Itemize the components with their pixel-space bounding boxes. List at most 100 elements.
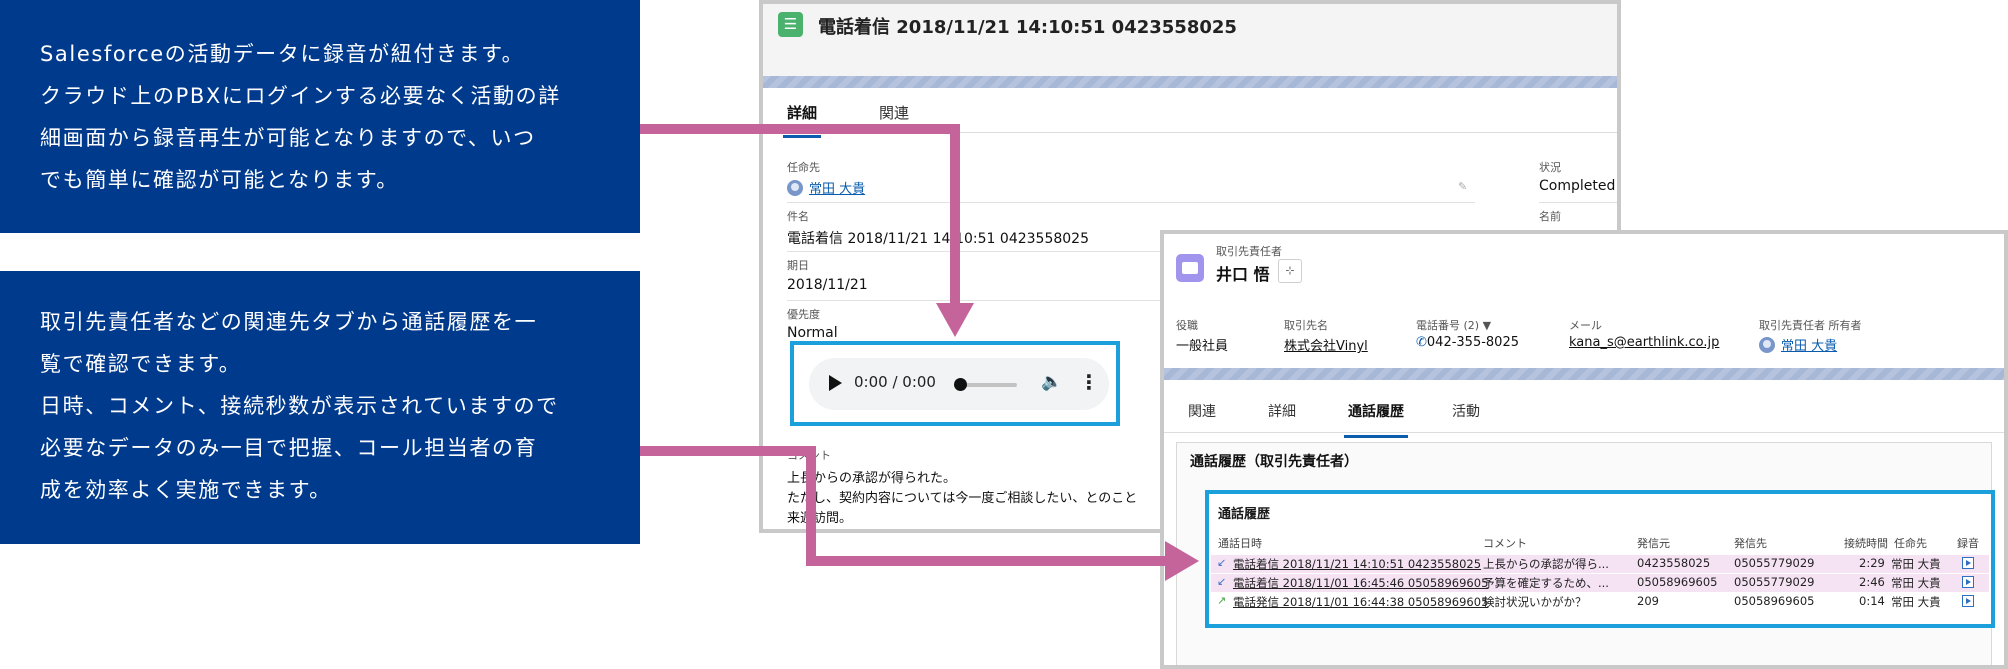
name-label: 名前 [1539,210,1561,223]
call-comment: 検討状況いかがか？ [1483,595,1587,609]
task-icon: ☰ [778,12,803,37]
avatar-icon [787,180,803,196]
call-subject-link[interactable]: 電話着信 2018/11/01 16:45:46 05058969605 [1233,575,1488,591]
arrow-line [640,446,814,456]
audio-time: 0:00 / 0:00 [854,373,936,391]
explanation-line: 日時、コメント、接続秒数が表示されていますので [40,394,559,418]
title-label: 役職 [1176,319,1198,332]
play-icon[interactable] [829,375,842,391]
status-value: Completed [1539,178,1616,194]
call-comment: 予算を確定するため、... [1483,576,1609,590]
field-divider [1539,202,1617,203]
play-recording-icon[interactable] [1962,557,1974,569]
play-recording-icon[interactable] [1962,595,1974,607]
table-row: ↙ 電話着信 2018/11/01 16:45:46 05058969605 予… [1211,574,1989,592]
account-label: 取引先名 [1284,319,1328,332]
subject-value: 電話着信 2018/11/21 14:10:51 0423558025 [787,231,1089,247]
avatar-icon [1759,337,1775,353]
call-comment: 上長からの承認が得ら... [1483,557,1609,571]
phone-value[interactable]: ✆042-355-8025 [1416,335,1519,350]
arrow-line [640,124,959,134]
call-assignee: 常田 大貴 [1891,595,1941,609]
audio-player[interactable]: 0:00 / 0:00 🔈 ⋮ [809,358,1109,410]
call-subject-link[interactable]: 電話発信 2018/11/01 16:44:38 05058969605 [1233,594,1488,610]
call-from: 0423558025 [1637,556,1711,570]
card-title: 通話履歴（取引先責任者） [1190,454,1358,470]
explanation-line: 細画面から録音再生が可能となりますので、いつ [40,126,536,150]
explanation-box-call-history: 取引先責任者などの関連先タブから通話履歴を一 覧で確認できます。 日時、コメント… [0,271,640,544]
phone-icon: ✆ [1416,335,1427,350]
priority-label: 優先度 [787,308,820,321]
email-link[interactable]: kana_s@earthlink.co.jp [1569,335,1719,350]
tab-related[interactable]: 関連 [1188,401,1216,421]
col-recording: 録音 [1957,537,1979,550]
explanation-line: Salesforceの活動データに録音が紐付きます。 [40,42,525,66]
comment-line: 来週訪問。 [787,511,853,526]
col-duration: 接続時間 [1844,537,1888,550]
call-from: 209 [1637,594,1659,608]
call-assignee: 常田 大貴 [1891,557,1941,571]
call-to: 05058969605 [1734,594,1815,608]
contact-tabs: 関連 詳細 通話履歴 活動 [1164,384,2004,438]
tab-activity[interactable]: 活動 [1452,401,1480,421]
explanation-line: でも簡単に確認が可能となります。 [40,168,399,192]
subject-label: 件名 [787,210,809,223]
explanation-line: 必要なデータのみ一目で把握、コール担当者の育 [40,436,538,460]
tab-details[interactable]: 詳細 [1268,401,1296,421]
tab-related[interactable]: 関連 [879,102,909,123]
table-row: ↗ 電話発信 2018/11/01 16:44:38 05058969605 検… [1211,593,1989,611]
volume-icon[interactable]: 🔈 [1041,372,1062,392]
col-comment: コメント [1483,537,1527,550]
call-assignee: 常田 大貴 [1891,576,1941,590]
explanation-box-recording: Salesforceの活動データに録音が紐付きます。 クラウド上のPBXにログイ… [0,0,640,233]
outgoing-call-icon: ↗ [1217,594,1227,607]
contact-name: 井口 悟 [1216,265,1270,284]
call-duration: 2:46 [1859,575,1885,589]
play-recording-icon[interactable] [1962,576,1974,588]
more-options-icon[interactable]: ⋮ [1079,370,1099,394]
owner-value[interactable]: 常田 大貴 [1759,335,1837,354]
status-label: 状況 [1539,161,1561,174]
explanation-line: クラウド上のPBXにログインする必要なく活動の詳 [40,84,561,108]
incoming-call-icon: ↙ [1217,575,1227,588]
call-duration: 2:29 [1859,556,1885,570]
call-duration: 0:14 [1859,594,1885,608]
owner-label: 取引先責任者 所有者 [1759,319,1862,332]
call-from: 05058969605 [1637,575,1718,589]
audio-player-highlight: 0:00 / 0:00 🔈 ⋮ [790,341,1120,426]
col-to: 発信先 [1734,537,1767,550]
header-banner [1164,368,2004,380]
call-log-title: 通話履歴 [1218,507,1271,522]
incoming-call-icon: ↙ [1217,556,1227,569]
col-assignee: 任命先 [1894,537,1927,550]
phone-label[interactable]: 電話番号 (2) ▼ [1416,317,1491,333]
arrow-line [950,124,960,304]
call-to: 05055779029 [1734,556,1815,570]
field-divider [787,202,1475,203]
title-value: 一般社員 [1176,339,1229,354]
record-header: ☰ 電話着信 2018/11/21 14:10:51 0423558025 [763,4,1617,76]
header-banner [763,76,1617,88]
audio-seek-handle[interactable] [954,378,967,391]
assignee-value[interactable]: 常田 大貴 [787,178,865,197]
contact-type: 取引先責任者 [1216,245,1282,258]
due-label: 期日 [787,259,809,272]
explanation-line: 成を効率よく実施できます。 [40,478,332,502]
tab-details[interactable]: 詳細 [782,102,822,138]
table-row: ↙ 電話着信 2018/11/21 14:10:51 0423558025 上長… [1211,555,1989,573]
call-log-highlight: 通話履歴 通話日時 コメント 発信元 発信先 接続時間 任命先 録音 ↙ 電話着… [1205,490,1995,628]
due-value: 2018/11/21 [787,277,868,293]
explanation-line: 取引先責任者などの関連先タブから通話履歴を一 [40,310,538,334]
hierarchy-icon[interactable]: ⊹ [1278,259,1302,283]
account-link[interactable]: 株式会社Vinyl [1284,335,1368,354]
arrow-line [806,556,1170,566]
audio-seek-bar[interactable] [959,383,1017,387]
call-subject-link[interactable]: 電話着信 2018/11/21 14:10:51 0423558025 [1233,556,1481,572]
arrow-line [806,446,816,566]
tab-call-history[interactable]: 通話履歴 [1344,401,1408,438]
edit-pencil-icon[interactable]: ✎ [1458,180,1467,193]
contact-header: 取引先責任者 井口 悟 ⊹ 役職 一般社員 取引先名 株式会社Vinyl 電話番… [1164,234,2004,368]
email-label: メール [1569,319,1602,332]
contact-icon [1176,254,1204,282]
col-datetime: 通話日時 [1218,537,1262,550]
